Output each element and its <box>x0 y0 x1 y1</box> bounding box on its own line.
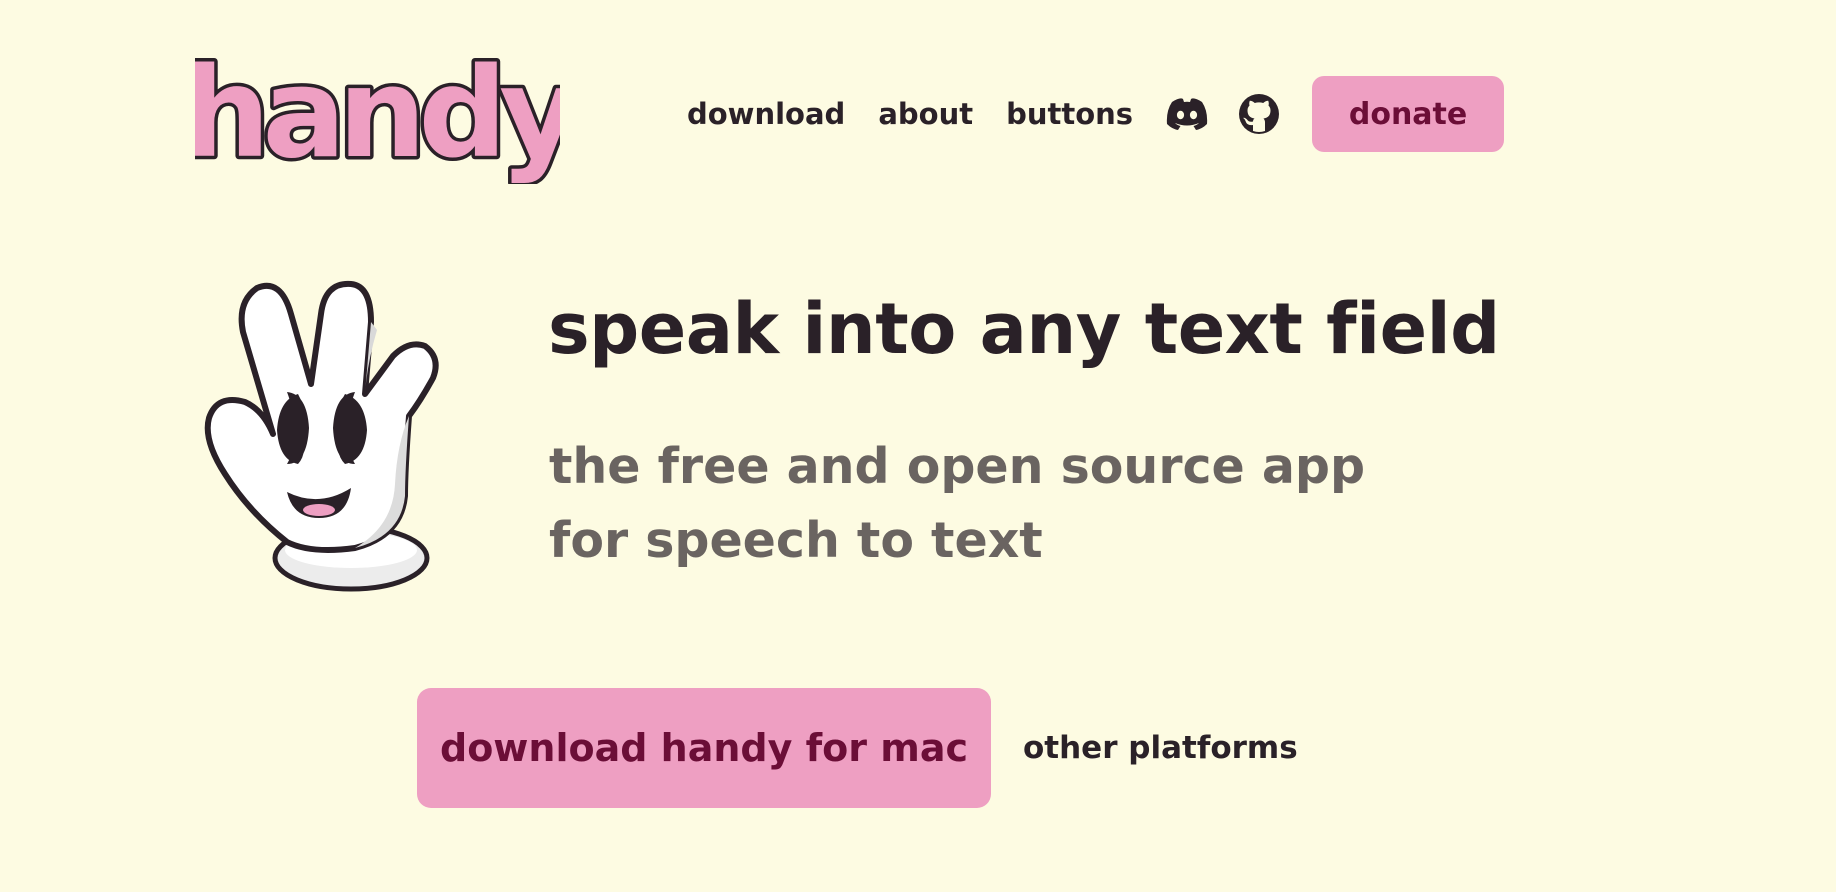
other-platforms-link[interactable]: other platforms <box>1023 730 1298 766</box>
hero-headline: speak into any text field <box>548 288 1500 370</box>
hero-section: speak into any text field the free and o… <box>0 270 1836 600</box>
svg-text:handy: handy <box>195 44 560 184</box>
main-nav: download about buttons donate <box>687 76 1505 152</box>
discord-icon[interactable] <box>1166 93 1208 135</box>
nav-download-link[interactable]: download <box>687 97 845 131</box>
download-mac-button[interactable]: download handy for mac <box>417 688 991 808</box>
donate-button[interactable]: donate <box>1312 76 1505 152</box>
github-icon-glyph <box>1239 94 1280 134</box>
nav-about-link[interactable]: about <box>878 97 973 131</box>
github-icon[interactable] <box>1238 93 1280 135</box>
cta-group: download handy for mac other platforms <box>417 688 1298 808</box>
nav-buttons-link[interactable]: buttons <box>1006 97 1133 131</box>
handy-logo[interactable]: handy <box>179 39 590 190</box>
discord-icon-glyph <box>1166 98 1208 130</box>
handy-logo-mark: handy <box>179 39 590 190</box>
site-header: handy download about buttons donate <box>0 0 1836 190</box>
glove-mascot-illustration <box>195 274 490 594</box>
glove-mascot-icon <box>204 280 439 592</box>
hero-subtitle: the free and open source app for speech … <box>549 438 1366 569</box>
